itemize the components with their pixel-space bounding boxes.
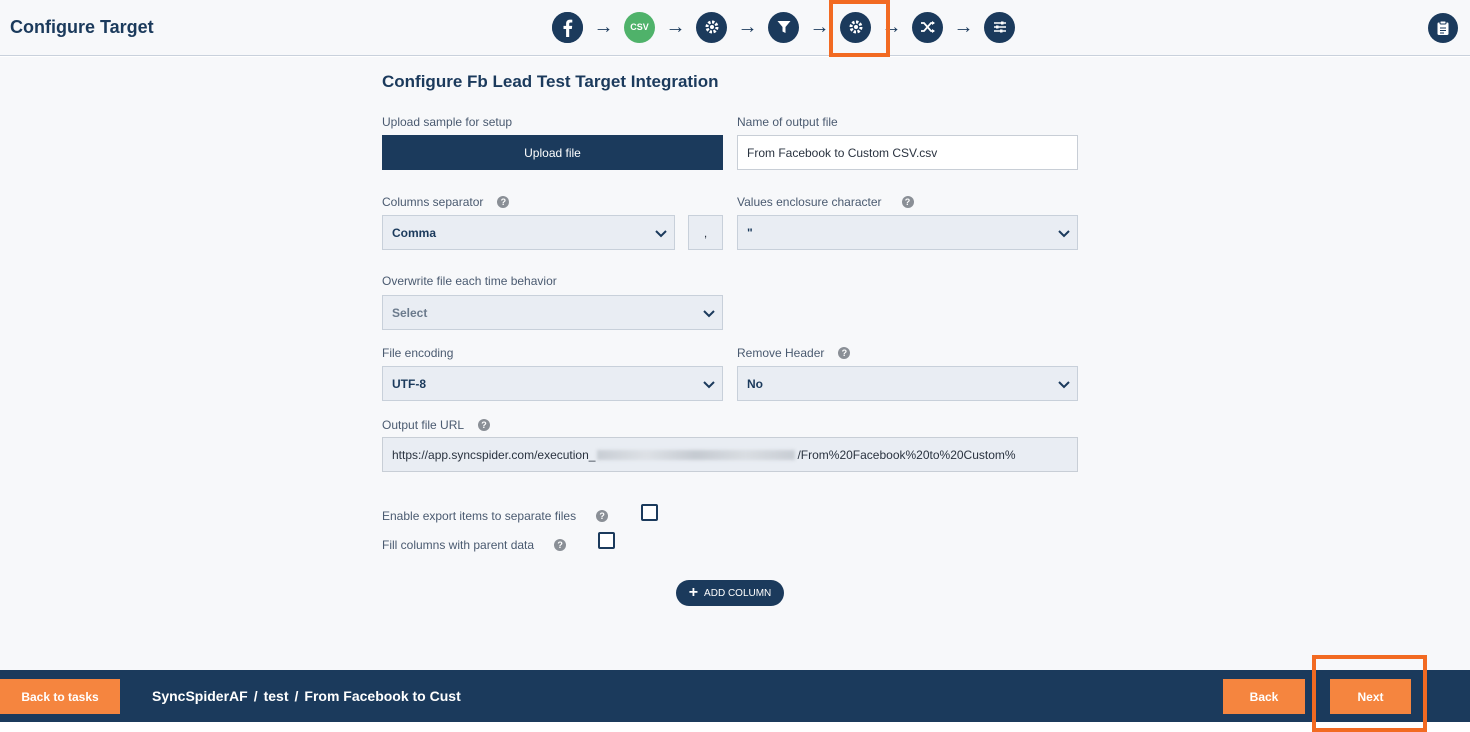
- encoding-label: File encoding: [382, 346, 454, 360]
- arrow-right-icon: →: [737, 15, 758, 38]
- csv-icon: CSV: [630, 22, 649, 32]
- chevron-down-icon: [655, 230, 667, 238]
- top-bar: Configure Target → CSV → → → → →: [0, 0, 1470, 57]
- step-options[interactable]: [984, 11, 1015, 43]
- overwrite-behavior-select[interactable]: Select: [382, 295, 723, 330]
- next-button-highlight: [1312, 655, 1427, 732]
- separate-files-checkbox[interactable]: [641, 504, 658, 521]
- help-icon[interactable]: ?: [497, 196, 510, 208]
- breadcrumb-item: From Facebook to Cust: [304, 688, 461, 704]
- step-settings[interactable]: [696, 11, 727, 43]
- form-title: Configure Fb Lead Test Target Integratio…: [382, 72, 719, 91]
- arrow-right-icon: →: [953, 15, 974, 38]
- values-enclosure-select[interactable]: ": [737, 215, 1078, 250]
- gear-icon: [705, 20, 718, 34]
- file-encoding-select[interactable]: UTF-8: [382, 366, 723, 401]
- overwrite-label: Overwrite file each time behavior: [382, 274, 557, 288]
- output-name-label: Name of output file: [737, 115, 838, 129]
- facebook-icon: [552, 11, 583, 43]
- chevron-down-icon: [703, 381, 715, 389]
- arrow-right-icon: →: [593, 15, 614, 38]
- output-file-name-input[interactable]: From Facebook to Custom CSV.csv: [737, 135, 1078, 170]
- chevron-down-icon: [1058, 381, 1070, 389]
- output-file-url-field[interactable]: https://app.syncspider.com/execution_ /F…: [382, 437, 1078, 472]
- chevron-down-icon: [703, 310, 715, 318]
- redacted-text: [597, 449, 796, 460]
- clipboard-icon: [1437, 20, 1449, 35]
- upload-file-button[interactable]: Upload file: [382, 135, 723, 170]
- columns-separator-select[interactable]: Comma: [382, 215, 675, 250]
- active-step-highlight: [829, 0, 890, 57]
- breadcrumb-item[interactable]: test: [264, 688, 289, 704]
- url-label: Output file URL ?: [382, 418, 491, 432]
- sliders-icon: [993, 21, 1006, 33]
- separator-label: Columns separator ?: [382, 195, 510, 209]
- shuffle-icon: [920, 21, 935, 33]
- remove-header-select[interactable]: No: [737, 366, 1078, 401]
- back-to-tasks-button[interactable]: Back to tasks: [0, 679, 120, 714]
- breadcrumb-separator: /: [294, 688, 299, 704]
- page-title: Configure Target: [10, 17, 154, 37]
- footer-bottom: [0, 722, 1470, 732]
- step-facebook[interactable]: [552, 11, 583, 43]
- add-column-button[interactable]: + ADD COLUMN: [676, 580, 784, 606]
- chevron-down-icon: [1058, 230, 1070, 238]
- upload-label: Upload sample for setup: [382, 115, 513, 129]
- fill-parent-checkbox[interactable]: [598, 532, 615, 549]
- separate-files-label: Enable export items to separate files ?: [382, 509, 609, 523]
- plus-icon: +: [688, 584, 699, 601]
- help-icon[interactable]: ?: [901, 196, 914, 208]
- arrow-right-icon: →: [665, 15, 686, 38]
- step-filter[interactable]: [768, 11, 799, 43]
- help-icon[interactable]: ?: [838, 347, 851, 359]
- fill-parent-label: Fill columns with parent data ?: [382, 538, 567, 552]
- main-content: [0, 57, 1470, 670]
- back-button[interactable]: Back: [1223, 679, 1305, 714]
- step-csv[interactable]: CSV: [624, 11, 655, 43]
- enclosure-label: Values enclosure character ?: [737, 195, 914, 209]
- separator-char-field[interactable]: ,: [688, 215, 723, 250]
- filter-icon: [777, 21, 790, 33]
- breadcrumb: SyncSpiderAF / test / From Facebook to Cust: [152, 688, 461, 704]
- remove-header-label: Remove Header ?: [737, 346, 851, 360]
- help-icon[interactable]: ?: [478, 419, 491, 431]
- wizard-steps: → CSV → → → → →: [552, 11, 1015, 43]
- breadcrumb-item[interactable]: SyncSpiderAF: [152, 688, 248, 704]
- step-mapping[interactable]: [912, 11, 943, 43]
- help-icon[interactable]: ?: [554, 539, 567, 551]
- help-icon[interactable]: ?: [596, 510, 609, 522]
- clipboard-button[interactable]: [1428, 13, 1458, 43]
- breadcrumb-separator: /: [253, 688, 258, 704]
